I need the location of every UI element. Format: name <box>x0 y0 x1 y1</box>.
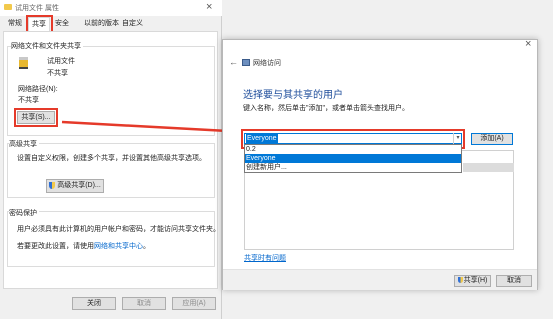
tab-general[interactable]: 常规 <box>8 17 22 31</box>
file-icon <box>18 56 29 70</box>
title-bar: 试用文件 属性 × <box>0 0 222 16</box>
network-path-label: 网络路径(N): <box>18 86 58 93</box>
share-button-highlight <box>14 108 58 127</box>
window-title: 试用文件 属性 <box>15 5 59 12</box>
list-row-selected[interactable] <box>463 163 514 172</box>
advanced-share-group <box>7 143 215 198</box>
sharing-problem-link[interactable]: 共享时有问题 <box>244 253 286 263</box>
apply-button[interactable]: 应用(A) <box>172 297 216 310</box>
dialog-instruction: 键入名称，然后单击"添加"，或者单击箭头查找用户。 <box>243 105 409 112</box>
dropdown-option[interactable]: 创建新用户... <box>245 163 461 172</box>
advanced-share-group-title: 高级共享 <box>9 139 39 149</box>
item-name: 试用文件 <box>47 58 75 65</box>
folder-icon <box>4 4 12 10</box>
password-protection-group <box>7 211 215 267</box>
network-share-group-title: 网络文件和文件夹共享 <box>11 41 83 51</box>
tab-panel: 网络文件和文件夹共享 试用文件 不共享 网络路径(N): 不共享 共享(S)..… <box>3 31 220 289</box>
item-share-status: 不共享 <box>47 70 68 77</box>
cancel-button[interactable]: 取消 <box>122 297 166 310</box>
advanced-share-button[interactable]: 高级共享(D)... <box>46 179 104 193</box>
dropdown-option-selected[interactable]: Everyone <box>245 154 461 163</box>
dropdown-option[interactable]: 0.2 <box>245 145 461 154</box>
tab-security[interactable]: 安全 <box>55 17 69 31</box>
dialog-footer: 共享(H) 取消 <box>223 269 537 290</box>
dialog-close-icon[interactable]: × <box>525 38 531 50</box>
network-path-value: 不共享 <box>18 97 39 104</box>
password-protection-group-title: 密码保护 <box>9 208 39 218</box>
dialog-title: 网络访问 <box>253 60 281 67</box>
annotation-arrow <box>61 120 238 137</box>
network-access-dialog: ← 网络访问 × 选择要与其共享的用户 键入名称，然后单击"添加"，或者单击箭头… <box>222 38 538 290</box>
tab-previous-versions[interactable]: 以前的版本 <box>84 17 119 31</box>
dialog-heading: 选择要与其共享的用户 <box>243 90 343 101</box>
network-icon <box>242 59 250 66</box>
share-confirm-button[interactable]: 共享(H) <box>454 275 491 287</box>
user-dropdown-list[interactable]: 0.2 Everyone 创建新用户... <box>244 144 462 173</box>
shield-icon <box>457 277 463 284</box>
password-protection-text: 用户必须具有此计算机的用户帐户和密码，才能访问共享文件夹。 <box>17 226 220 233</box>
share-confirm-label: 共享(H) <box>463 277 488 284</box>
password-change-text: 若要更改此设置，请使用网络和共享中心。 <box>17 241 150 251</box>
tab-customize[interactable]: 自定义 <box>122 17 143 31</box>
properties-window: 试用文件 属性 × 常规 共享 安全 以前的版本 自定义 网络文件和文件夹共享 … <box>0 0 222 319</box>
shield-icon <box>49 181 56 189</box>
password-change-suffix: 。 <box>143 243 150 250</box>
advanced-share-button-label: 高级共享(D)... <box>57 182 101 189</box>
network-sharing-center-link[interactable]: 网络和共享中心 <box>94 243 143 250</box>
advanced-share-description: 设置自定义权限，创建多个共享，并设置其他高级共享选项。 <box>17 155 206 162</box>
close-button[interactable]: 关闭 <box>72 297 116 310</box>
password-change-prefix: 若要更改此设置，请使用 <box>17 243 94 250</box>
add-button[interactable]: 添加(A) <box>471 133 513 145</box>
close-icon[interactable]: × <box>206 1 212 13</box>
dialog-cancel-button[interactable]: 取消 <box>496 275 532 287</box>
back-arrow-icon[interactable]: ← <box>229 57 238 67</box>
